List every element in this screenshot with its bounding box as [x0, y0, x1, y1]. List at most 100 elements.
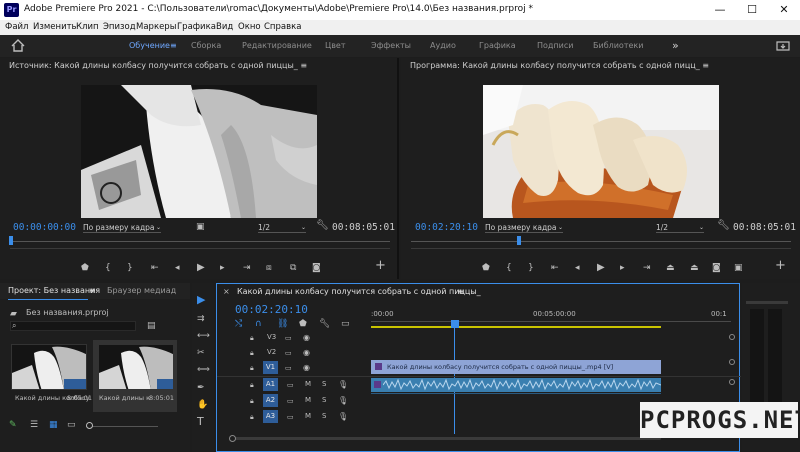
mark-out-icon[interactable]: } [127, 263, 133, 273]
home-icon[interactable] [11, 39, 25, 52]
go-to-out-icon[interactable]: ⇥ [243, 263, 251, 273]
wrench-settings-icon[interactable]: 🔧︎ [319, 319, 330, 329]
panel-menu-icon[interactable]: ≡ [89, 283, 96, 299]
wrench-settings-icon[interactable]: 🔧︎ [316, 221, 329, 231]
workspace-color[interactable]: Цвет [325, 41, 346, 50]
project-item-thumbnail[interactable] [98, 344, 174, 390]
workspace-assembly[interactable]: Сборка [191, 41, 221, 50]
lock-icon[interactable]: 🔒︎ [250, 412, 254, 422]
video-clip[interactable]: Какой длины колбасу получится собрать с … [371, 360, 661, 374]
ripple-edit-tool-icon[interactable]: ⟷ [197, 331, 210, 341]
play-icon[interactable]: ▶ [197, 263, 205, 273]
comparison-view-icon[interactable]: ▣ [734, 263, 743, 273]
playhead-handle[interactable] [451, 320, 459, 328]
go-to-in-icon[interactable]: ⇤ [551, 263, 559, 273]
source-fit-dropdown[interactable]: По размеру кадра ⌄ [83, 222, 161, 233]
microphone-icon[interactable]: 🎙︎ [338, 396, 348, 406]
workspace-audio[interactable]: Аудио [430, 41, 456, 50]
insert-icon[interactable]: ⧈ [266, 263, 272, 273]
workspace-captions[interactable]: Подписи [537, 41, 573, 50]
program-video-frame[interactable] [483, 85, 719, 218]
workspace-graphics[interactable]: Графика [479, 41, 516, 50]
workspace-more-button[interactable]: » [672, 39, 679, 52]
snap-icon[interactable]: ∩ [255, 319, 262, 329]
razor-tool-icon[interactable]: ✂ [197, 348, 205, 358]
program-fit-dropdown[interactable]: По размеру кадра ⌄ [485, 222, 563, 233]
pen-tool-icon[interactable]: ✒ [197, 383, 205, 393]
workspace-menu-icon[interactable]: ≡ [170, 41, 177, 50]
maximize-button[interactable]: ☐ [736, 0, 768, 20]
track-select-tool-icon[interactable]: ⇉ [197, 314, 205, 324]
lock-icon[interactable]: 🔒︎ [250, 380, 254, 390]
sync-lock-icon[interactable]: ▭ [287, 380, 294, 390]
mark-in-icon[interactable]: { [105, 263, 111, 273]
linked-selection-icon[interactable]: ⛓ [277, 319, 288, 329]
pencil-icon[interactable]: ✎ [9, 420, 17, 430]
overwrite-icon[interactable]: ⧉ [290, 263, 296, 273]
sync-lock-icon[interactable]: ▭ [287, 412, 294, 422]
program-playhead-timecode[interactable]: 00:02:20:10 [415, 222, 478, 233]
mark-out-icon[interactable]: } [528, 263, 534, 273]
panel-menu-icon[interactable]: ≡ [300, 61, 307, 70]
timeline-sequence-tab[interactable]: Какой длины колбасу получится собрать с … [237, 287, 481, 296]
mark-in-icon[interactable]: { [506, 263, 512, 273]
time-ruler[interactable] [371, 321, 731, 322]
solo-button[interactable]: S [322, 380, 326, 388]
eye-icon[interactable]: ◉ [303, 363, 310, 373]
track-label[interactable]: A3 [263, 410, 278, 423]
track-label[interactable]: V3 [267, 333, 276, 341]
step-back-icon[interactable]: ◂ [575, 263, 580, 273]
safe-margins-icon[interactable]: ▣ [196, 222, 205, 232]
sync-lock-icon[interactable]: ▭ [287, 396, 294, 406]
lift-icon[interactable]: ⏏ [666, 263, 675, 273]
sync-lock-icon[interactable]: ▭ [285, 363, 292, 373]
workspace-editing[interactable]: Редактирование [242, 41, 312, 50]
source-patch-v1[interactable]: V1 [263, 361, 278, 374]
vertical-scroll-handle[interactable] [729, 379, 735, 385]
minimize-button[interactable]: — [704, 0, 736, 20]
panel-menu-icon[interactable]: ≡ [457, 287, 464, 296]
vertical-scroll-handle[interactable] [729, 359, 735, 365]
work-area-bar[interactable] [371, 326, 661, 328]
eye-icon[interactable]: ◉ [303, 348, 310, 358]
zoom-slider-handle[interactable] [86, 422, 93, 429]
hand-tool-icon[interactable]: ✋ [197, 400, 208, 410]
list-view-icon[interactable]: ☰ [30, 420, 38, 430]
step-forward-icon[interactable]: ▸ [220, 263, 225, 273]
add-button-icon[interactable]: + [775, 259, 786, 272]
mute-button[interactable]: M [305, 380, 311, 388]
panel-menu-icon[interactable]: ≡ [702, 61, 709, 70]
project-item-thumbnail[interactable] [11, 344, 87, 390]
go-to-in-icon[interactable]: ⇤ [151, 263, 159, 273]
export-frame-icon[interactable]: ◙ [712, 263, 721, 273]
scroll-handle-left[interactable] [229, 435, 236, 442]
menu-file[interactable]: Файл [5, 22, 28, 32]
menu-clip[interactable]: Клип [76, 22, 99, 32]
lock-icon[interactable]: 🔒︎ [250, 348, 254, 358]
wrench-settings-icon[interactable]: 🔧︎ [717, 221, 730, 231]
selection-tool-icon[interactable]: ▶ [197, 294, 205, 305]
lock-icon[interactable]: 🔒︎ [250, 396, 254, 406]
solo-button[interactable]: S [322, 412, 326, 420]
source-scrubber[interactable] [10, 241, 390, 242]
step-forward-icon[interactable]: ▸ [620, 263, 625, 273]
eye-icon[interactable]: ◉ [303, 333, 310, 343]
go-to-out-icon[interactable]: ⇥ [643, 263, 651, 273]
workspace-effects[interactable]: Эффекты [371, 41, 411, 50]
source-playhead-timecode[interactable]: 00:00:00:00 [13, 222, 76, 233]
program-scrubber[interactable] [411, 241, 791, 242]
menu-graphics[interactable]: Графика [177, 22, 216, 32]
solo-button[interactable]: S [322, 396, 326, 404]
project-search-input[interactable]: ⌕ [10, 321, 136, 331]
extract-icon[interactable]: ⏏ [690, 263, 699, 273]
new-bin-icon[interactable]: ▤ [147, 321, 156, 331]
source-video-frame[interactable] [81, 85, 317, 218]
zoom-slider[interactable] [86, 426, 158, 427]
workspace-learning[interactable]: Обучение [129, 41, 170, 50]
workspace-libraries[interactable]: Библиотеки [593, 41, 643, 50]
menu-markers[interactable]: Маркеры [136, 22, 176, 32]
type-tool-icon[interactable]: T [197, 416, 204, 427]
program-zoom-bar[interactable] [411, 248, 791, 249]
add-marker-icon[interactable]: ⬟ [482, 263, 490, 273]
slip-tool-icon[interactable]: ⟺ [197, 365, 210, 375]
